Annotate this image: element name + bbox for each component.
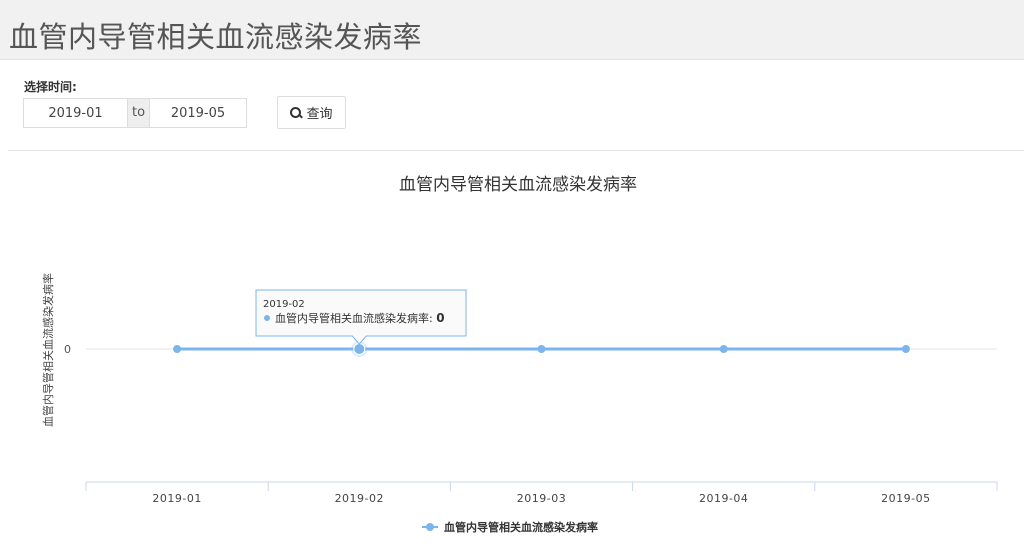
data-point[interactable]: [537, 345, 546, 353]
legend-symbol-marker[interactable]: [426, 523, 434, 531]
y-axis-label: 血管内导管相关血流感染发病率: [41, 273, 55, 427]
x-tick-label: 2019-01: [152, 492, 201, 505]
tooltip-series-dot: [264, 315, 270, 321]
x-tick-label: 2019-05: [881, 492, 930, 505]
x-tick-label: 2019-03: [517, 492, 566, 505]
data-point[interactable]: [173, 345, 182, 353]
x-tick-label: 2019-04: [699, 492, 748, 505]
tooltip-value: 0: [436, 311, 444, 325]
y-tick-label: 0: [64, 343, 71, 356]
data-point[interactable]: [353, 343, 366, 355]
x-tick-label: 2019-02: [335, 492, 384, 505]
tooltip-series-name: 血管内导管相关血流感染发病率: 0: [275, 311, 445, 325]
chart-title: 血管内导管相关血流感染发病率: [399, 175, 637, 195]
data-point[interactable]: [719, 345, 728, 353]
legend-item-label[interactable]: 血管内导管相关血流感染发病率: [444, 520, 598, 534]
tooltip-category: 2019-02: [263, 299, 305, 310]
line-chart: 血管内导管相关血流感染发病率血管内导管相关血流感染发病率 02019-01 2019…: [41, 175, 998, 534]
data-point[interactable]: [901, 345, 910, 353]
